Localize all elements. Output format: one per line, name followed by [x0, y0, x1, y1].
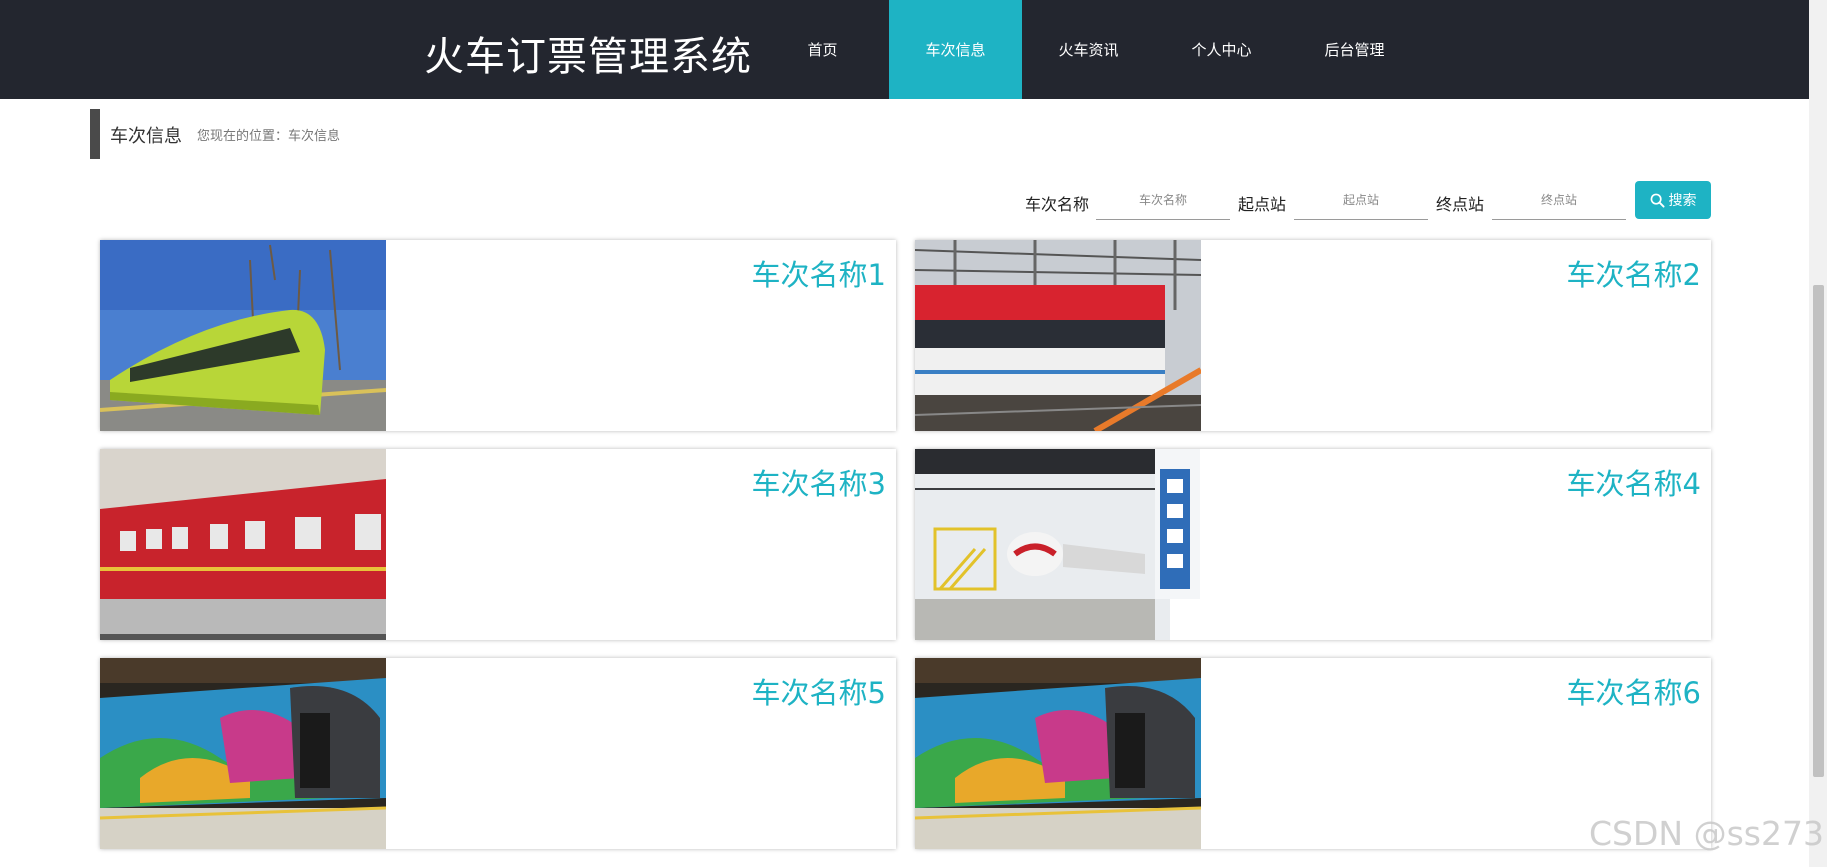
train-name-label: 车次名称 — [1025, 195, 1090, 214]
search-icon — [1650, 193, 1665, 208]
train-image[interactable] — [915, 240, 1201, 431]
train-card[interactable]: 车次名称3 — [100, 449, 896, 640]
train-name-input[interactable] — [1096, 180, 1230, 220]
train-image[interactable] — [100, 449, 386, 640]
nav-item-personal-center[interactable]: 个人中心 — [1155, 0, 1288, 99]
train-card[interactable]: 车次名称2 — [915, 240, 1711, 431]
train-title[interactable]: 车次名称6 — [1567, 670, 1701, 712]
search-button[interactable]: 搜索 — [1635, 181, 1711, 219]
nav-item-train-news[interactable]: 火车资讯 — [1022, 0, 1155, 99]
page-title: 车次信息 — [110, 126, 182, 147]
start-station-label: 起点站 — [1238, 195, 1287, 214]
train-image[interactable] — [915, 658, 1201, 849]
train-image[interactable] — [100, 658, 386, 849]
train-card[interactable]: 车次名称1 — [100, 240, 896, 431]
end-station-label: 终点站 — [1436, 195, 1485, 214]
watermark: CSDN @ss273 — [1589, 814, 1824, 853]
train-title[interactable]: 车次名称4 — [1567, 461, 1701, 503]
nav-item-train-info[interactable]: 车次信息 — [889, 0, 1022, 99]
end-station-input[interactable] — [1492, 180, 1626, 220]
train-title[interactable]: 车次名称2 — [1567, 252, 1701, 294]
top-navbar: 火车订票管理系统 首页 车次信息 火车资讯 个人中心 后台管理 — [0, 0, 1809, 99]
nav-item-admin[interactable]: 后台管理 — [1288, 0, 1421, 99]
breadcrumb-accent-bar — [90, 109, 100, 159]
site-title: 火车订票管理系统 — [424, 34, 752, 80]
nav-item-home[interactable]: 首页 — [756, 0, 889, 99]
search-button-label: 搜索 — [1668, 193, 1697, 209]
start-station-input[interactable] — [1294, 180, 1428, 220]
train-card[interactable]: 车次名称5 — [100, 658, 896, 849]
train-title[interactable]: 车次名称3 — [752, 461, 886, 503]
main-nav: 首页 车次信息 火车资讯 个人中心 后台管理 — [756, 0, 1421, 99]
scrollbar-thumb[interactable] — [1813, 285, 1824, 777]
train-title[interactable]: 车次名称1 — [752, 252, 886, 294]
train-title[interactable]: 车次名称5 — [752, 670, 886, 712]
train-image[interactable] — [100, 240, 386, 431]
train-image[interactable] — [915, 449, 1201, 640]
train-card[interactable]: 车次名称4 — [915, 449, 1711, 640]
breadcrumb: 您现在的位置：车次信息 — [197, 129, 341, 144]
